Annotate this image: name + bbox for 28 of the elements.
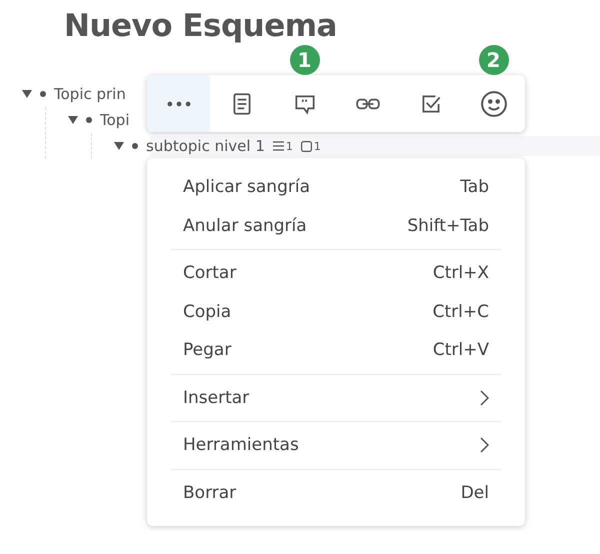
bullet-icon — [40, 91, 46, 97]
chevron-right-icon — [479, 390, 489, 406]
step-badge: 1 — [290, 45, 320, 75]
menu-item[interactable]: Aplicar sangría Tab — [171, 168, 501, 206]
menu-item[interactable]: Cortar Ctrl+X — [171, 254, 501, 292]
menu-item[interactable]: Pegar Ctrl+V — [171, 331, 501, 370]
topic-label[interactable]: subtopic nivel 1 — [146, 137, 265, 155]
list-icon — [272, 141, 284, 151]
smiley-icon — [478, 88, 508, 118]
comment-count: 1 — [314, 140, 321, 152]
chevron-right-icon — [479, 437, 489, 454]
menu-item[interactable]: Insertar — [171, 378, 501, 417]
collapse-caret-icon[interactable] — [114, 142, 124, 150]
menu-item[interactable]: Borrar Del — [171, 474, 501, 512]
topic-label[interactable]: Topi — [100, 111, 130, 129]
bullet-icon — [86, 117, 92, 123]
topic-label[interactable]: Topic prin — [54, 85, 126, 103]
menu-item[interactable]: Copia Ctrl+C — [171, 292, 501, 331]
comment-icon — [300, 140, 312, 152]
more-icon — [166, 100, 190, 106]
bullet-icon — [132, 143, 138, 149]
task-count: 1 — [286, 140, 293, 152]
menu-item[interactable]: Herramientas — [171, 426, 501, 464]
collapse-caret-icon[interactable] — [68, 116, 78, 124]
collapse-caret-icon[interactable] — [22, 90, 32, 98]
step-badge: 2 — [478, 45, 508, 75]
page-title: Nuevo Esquema — [63, 7, 338, 44]
menu-item[interactable]: Anular sangría Shift+Tab — [171, 206, 501, 245]
